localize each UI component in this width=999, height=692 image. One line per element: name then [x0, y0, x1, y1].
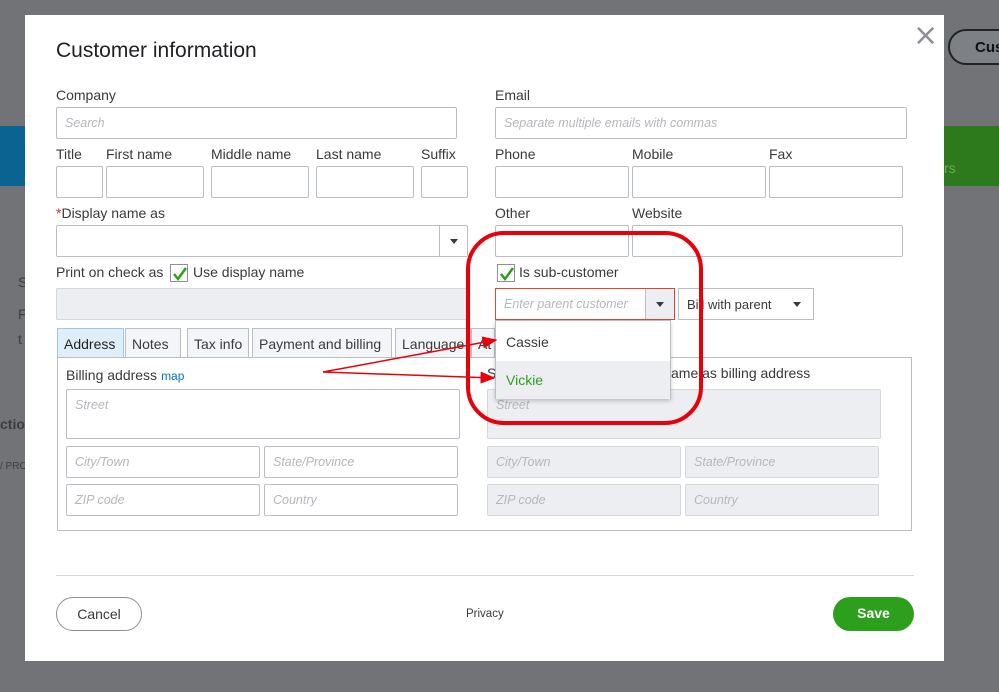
customer-button-bg: Cus [948, 29, 999, 65]
parent-customer-dropdown: Cassie Vickie [495, 320, 671, 399]
is-sub-customer-label: Is sub-customer [519, 264, 619, 280]
website-label: Website [632, 205, 683, 221]
customer-info-dialog: × Customer information Company Search Em… [25, 15, 944, 661]
shipping-state-input: State/Province [685, 446, 879, 478]
print-on-check-label: Print on check as [56, 264, 164, 280]
other-label: Other [495, 205, 531, 221]
email-input[interactable]: Separate multiple emails with commas [495, 107, 907, 139]
billing-address-heading: Billing address map [66, 367, 184, 383]
footer-divider [56, 575, 914, 576]
company-label: Company [56, 87, 116, 103]
chevron-down-icon[interactable] [645, 289, 674, 319]
phone-label: Phone [495, 146, 536, 162]
privacy-link[interactable]: Privacy [466, 608, 504, 620]
tab-language[interactable]: Language [395, 328, 471, 358]
fax-input[interactable] [769, 166, 903, 198]
shipping-zip-input: ZIP code [487, 484, 681, 516]
tab-payment-billing[interactable]: Payment and billing [252, 328, 392, 358]
middle-name-label: Middle name [211, 146, 292, 162]
background-text: ctio [0, 416, 25, 432]
mobile-label: Mobile [632, 146, 674, 162]
mobile-input[interactable] [632, 166, 766, 198]
company-search-input[interactable]: Search [56, 107, 457, 139]
dialog-title: Customer information [56, 39, 257, 62]
close-icon[interactable]: × [913, 21, 938, 51]
background-green-band: rs [944, 126, 999, 186]
background-green-text: rs [944, 160, 956, 176]
print-on-check-input [56, 288, 468, 320]
title-input[interactable] [56, 166, 103, 198]
dropdown-option-cassie[interactable]: Cassie [496, 323, 670, 361]
display-name-label-text: Display name as [61, 205, 165, 221]
save-button[interactable]: Save [833, 597, 914, 631]
tab-tax-info[interactable]: Tax info [187, 328, 249, 358]
tab-notes[interactable]: Notes [125, 328, 181, 358]
email-label: Email [495, 87, 531, 103]
first-name-input[interactable] [106, 166, 204, 198]
use-display-name-label: Use display name [193, 264, 305, 280]
cancel-button[interactable]: Cancel [56, 597, 142, 631]
chevron-down-icon [793, 302, 801, 307]
checkmark-icon [173, 267, 188, 282]
billing-zip-input[interactable]: ZIP code [66, 484, 260, 516]
first-name-label: First name [106, 146, 173, 162]
bill-with-parent-select[interactable]: Bill with parent [678, 288, 814, 320]
bill-with-parent-label: Bill with parent [687, 297, 772, 312]
billing-address-label: Billing address [66, 367, 158, 383]
website-input[interactable] [632, 225, 903, 257]
other-input[interactable] [495, 225, 629, 257]
display-name-select[interactable] [56, 225, 468, 257]
suffix-input[interactable] [421, 166, 468, 198]
chevron-down-icon[interactable] [439, 226, 467, 256]
fax-label: Fax [769, 146, 793, 162]
map-link[interactable]: map [161, 369, 184, 383]
checkmark-icon [500, 267, 515, 282]
shipping-city-input: City/Town [487, 446, 681, 478]
is-sub-customer-checkbox[interactable] [497, 264, 515, 282]
background-text: t [18, 331, 22, 347]
same-as-billing-label: ame as billing address [671, 365, 811, 381]
middle-name-input[interactable] [211, 166, 309, 198]
last-name-input[interactable] [316, 166, 414, 198]
suffix-label: Suffix [421, 146, 456, 162]
billing-city-input[interactable]: City/Town [66, 446, 260, 478]
display-name-label: *Display name as [56, 205, 165, 221]
billing-country-input[interactable]: Country [264, 484, 458, 516]
last-name-label: Last name [316, 146, 382, 162]
use-display-name-checkbox[interactable] [170, 264, 188, 282]
title-label: Title [56, 146, 82, 162]
shipping-country-input: Country [685, 484, 879, 516]
tab-address[interactable]: Address [57, 328, 124, 358]
billing-state-input[interactable]: State/Province [264, 446, 458, 478]
billing-street-input[interactable]: Street [66, 389, 460, 439]
background-text: / PRO [0, 461, 28, 472]
phone-input[interactable] [495, 166, 629, 198]
background-blue-band [0, 126, 26, 186]
tab-attachments[interactable]: At [471, 328, 495, 358]
dropdown-option-vickie[interactable]: Vickie [496, 361, 670, 399]
